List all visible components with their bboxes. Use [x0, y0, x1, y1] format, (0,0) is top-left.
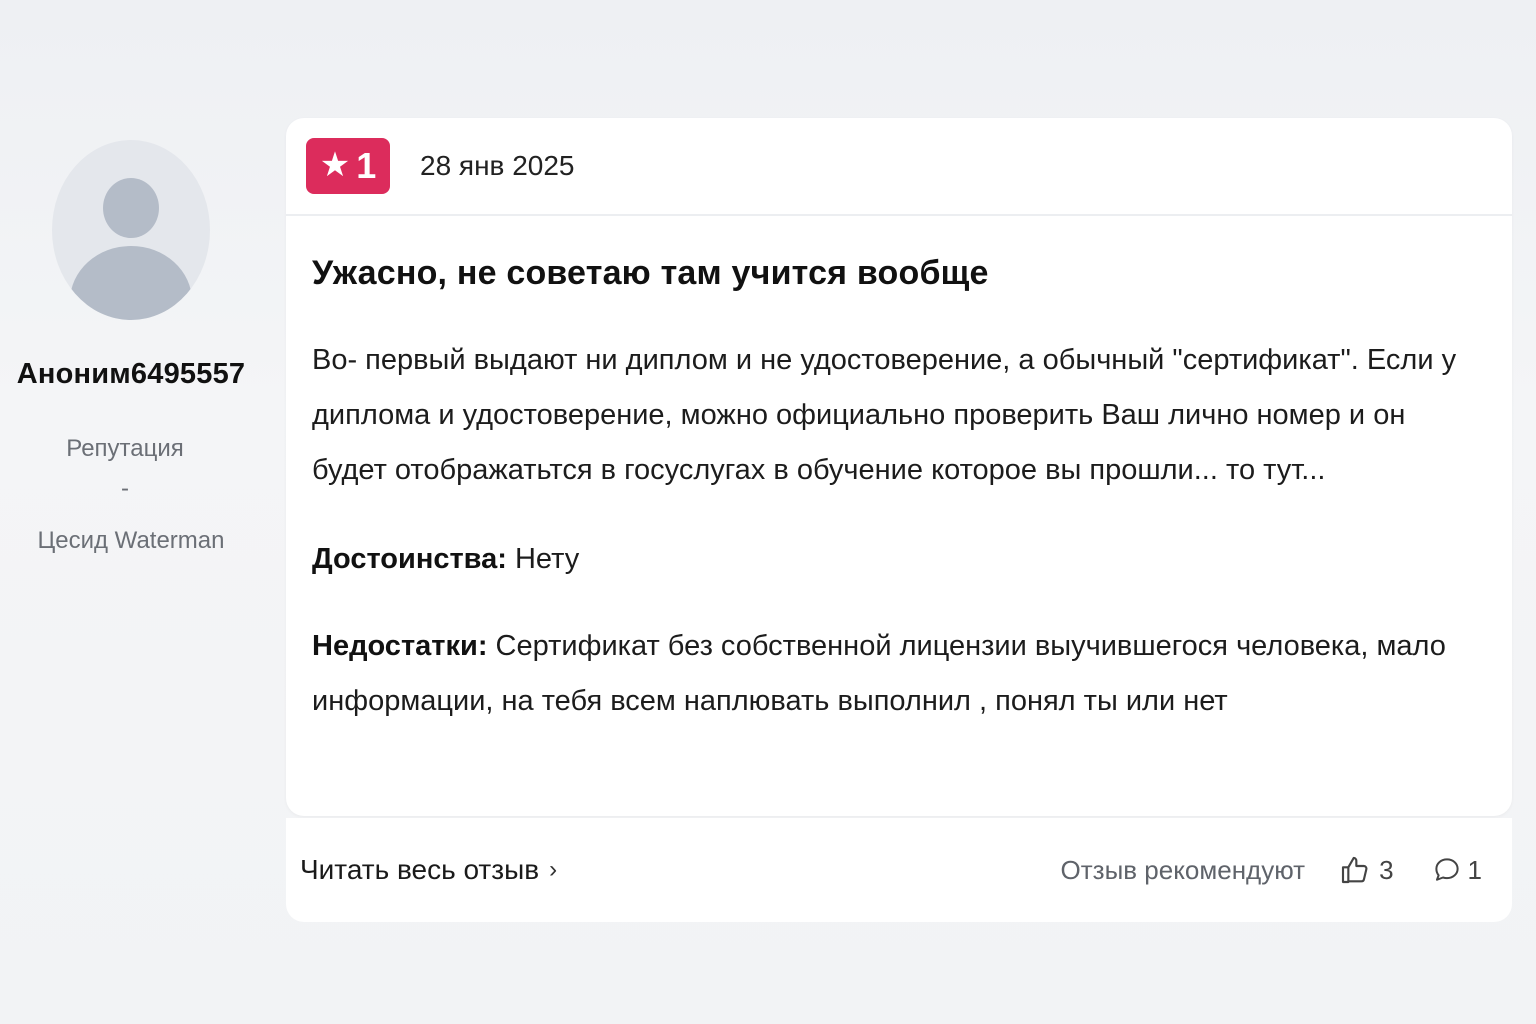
comments-button[interactable]: 1 [1432, 855, 1482, 886]
likes-count: 3 [1379, 854, 1394, 885]
review-date: 28 янв 2025 [420, 150, 575, 181]
chevron-right-icon: › [549, 856, 558, 883]
review-body: Ужасно, не советаю там учится вообще Во-… [286, 216, 1512, 729]
review-text: Во- первый выдают ни диплом и не удостов… [312, 344, 1457, 486]
avatar-body [70, 246, 192, 320]
author-city: Цесид Waterman [37, 527, 225, 554]
review-card: ★ 1 28 янв 2025 Ужасно, не советаю там у… [286, 118, 1512, 816]
avatar-head [103, 178, 159, 238]
like-button[interactable]: 3 [1339, 854, 1394, 886]
comment-bubble-icon [1432, 855, 1462, 885]
user-placeholder-icon[interactable] [52, 140, 210, 320]
reputation-label: Репутация [66, 435, 184, 462]
read-more-link[interactable]: Читать весь отзыв › [300, 854, 557, 886]
thumbs-up-icon [1339, 854, 1371, 886]
star-icon: ★ [319, 145, 351, 184]
comments-count: 1 [1467, 854, 1482, 885]
rating-value: 1 [356, 145, 377, 186]
review-footer: Читать весь отзыв › Отзыв рекомендуют 3 … [286, 818, 1512, 922]
review-pros: Достоинства: Нету [312, 532, 1486, 587]
cons-label: Недостатки: [312, 630, 488, 662]
author-name[interactable]: Аноним6495557 [17, 358, 245, 391]
rating-badge: ★ 1 [306, 138, 390, 194]
pros-text: Нету [514, 543, 580, 575]
review-title[interactable]: Ужасно, не советаю там учится вообще [312, 254, 1486, 293]
author-panel: Аноним6495557 Репутация - Цесид Waterman [0, 140, 262, 555]
read-more-label: Читать весь отзыв [300, 854, 540, 885]
review-header: ★ 1 28 янв 2025 [286, 118, 1512, 216]
reputation-value: - [121, 475, 129, 502]
recommend-label: Отзыв рекомендуют [1060, 854, 1306, 885]
review-cons: Недостатки: Сертификат без собственной л… [312, 619, 1486, 729]
pros-label: Достоинства: [312, 543, 507, 575]
